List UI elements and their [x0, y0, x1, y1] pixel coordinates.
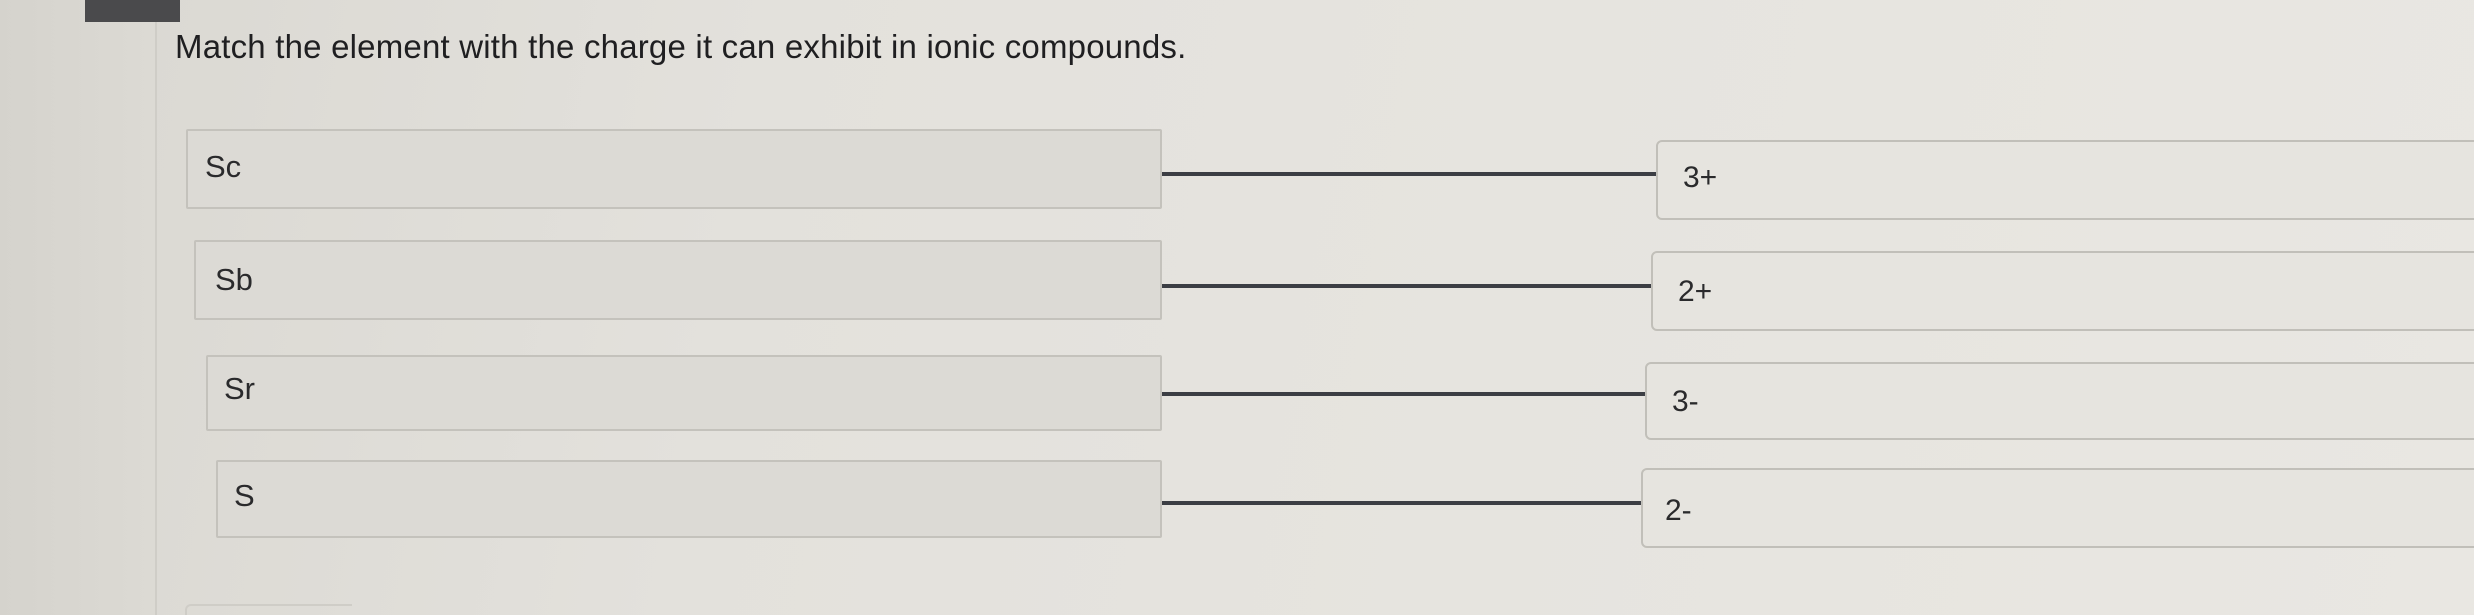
element-box-s[interactable]: S	[216, 460, 1162, 538]
charge-label: 3+	[1683, 161, 1718, 194]
charge-box-2minus[interactable]: 2-	[1641, 468, 2474, 548]
element-box-sc[interactable]: Sc	[186, 129, 1162, 209]
element-box-sr[interactable]: Sr	[206, 355, 1162, 431]
element-label: Sr	[224, 371, 255, 406]
top-tab	[85, 0, 180, 22]
charge-box-2plus[interactable]: 2+	[1651, 251, 2474, 331]
element-box-sb[interactable]: Sb	[194, 240, 1162, 320]
charge-box-3plus[interactable]: 3+	[1656, 140, 2474, 220]
charge-label: 2-	[1665, 494, 1692, 527]
match-connector-line	[1162, 284, 1652, 288]
charge-box-3minus[interactable]: 3-	[1645, 362, 2474, 440]
match-connector-line	[1162, 501, 1642, 505]
charge-label: 2+	[1678, 275, 1713, 308]
question-prompt: Match the element with the charge it can…	[175, 28, 1187, 65]
match-connector-line	[1162, 392, 1646, 396]
bottom-panel-edge	[185, 604, 352, 615]
element-label: S	[234, 478, 255, 513]
left-margin-strip	[0, 0, 157, 615]
match-connector-line	[1162, 172, 1658, 176]
charge-label: 3-	[1672, 385, 1699, 418]
element-label: Sc	[205, 149, 242, 184]
element-label: Sb	[215, 262, 253, 297]
matching-question-page: Match the element with the charge it can…	[0, 0, 2474, 615]
